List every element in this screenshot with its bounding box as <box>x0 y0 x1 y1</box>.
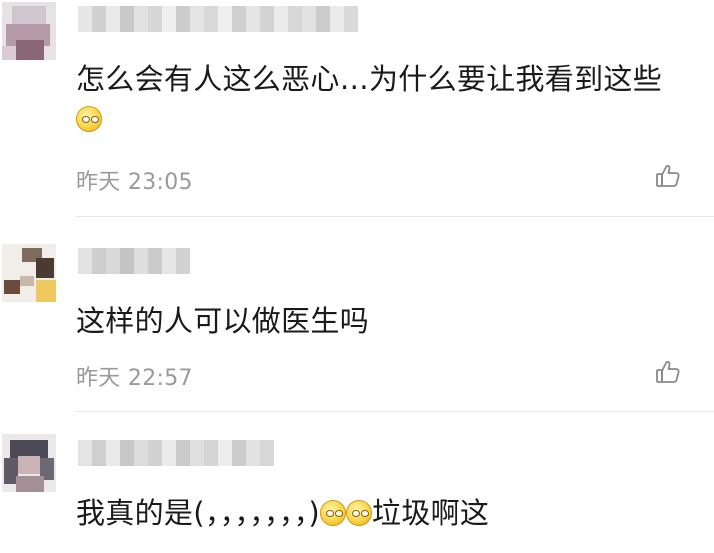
comment-item: 这样的人可以做医生吗 昨天 22:57 <box>0 218 714 412</box>
thumbs-up-icon[interactable] <box>654 162 682 190</box>
comment-text-part: 垃圾啊这 <box>372 496 490 530</box>
comment-item: 怎么会有人这么恶心…为什么要让我看到这些 昨天 23:05 <box>0 0 714 218</box>
squinting-face-emoji-icon <box>346 500 373 526</box>
username[interactable] <box>78 6 358 32</box>
comment-item: 我真的是(，，，，，，，) 垃圾啊这 <box>0 412 714 553</box>
avatar[interactable] <box>2 434 56 492</box>
emoji-row <box>76 102 696 136</box>
username[interactable] <box>78 440 274 466</box>
squinting-face-emoji-icon <box>320 500 347 526</box>
timestamp: 昨天 22:57 <box>76 366 193 391</box>
pleading-face-emoji-icon <box>76 106 102 132</box>
divider <box>76 216 714 217</box>
comment-text: 怎么会有人这么恶心…为什么要让我看到这些 <box>76 56 696 136</box>
comment-list: 怎么会有人这么恶心…为什么要让我看到这些 昨天 23:05 这样的人可以做医生吗… <box>0 0 714 553</box>
username[interactable] <box>78 248 190 274</box>
timestamp: 昨天 23:05 <box>76 170 193 195</box>
comment-text: 这样的人可以做医生吗 <box>76 304 370 338</box>
avatar[interactable] <box>2 2 56 60</box>
thumbs-up-icon[interactable] <box>654 358 682 386</box>
comment-text-part: 我真的是(，，，，，，，) <box>76 496 321 530</box>
avatar[interactable] <box>2 244 56 302</box>
comment-text: 我真的是(，，，，，，，) 垃圾啊这 <box>76 490 696 536</box>
comment-text-line: 怎么会有人这么恶心…为什么要让我看到这些 <box>76 62 663 96</box>
